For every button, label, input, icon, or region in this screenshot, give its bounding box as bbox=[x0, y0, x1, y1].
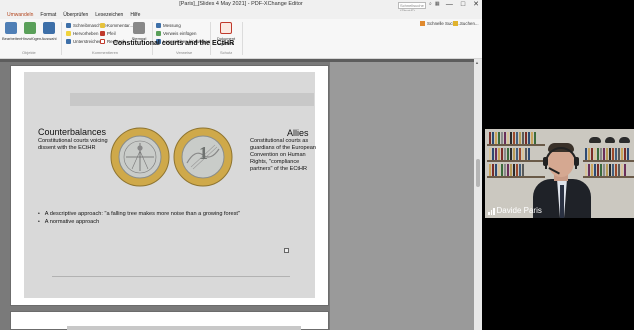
title-bar: [Paris]_[Slides 4 May 2021] - PDF-XChang… bbox=[0, 0, 482, 13]
ribbon-toggle-icon[interactable]: ▦ bbox=[435, 1, 440, 7]
shelf-board bbox=[487, 176, 545, 178]
participant-video-tile[interactable]: Davide Paris bbox=[485, 129, 634, 218]
list-item: • A descriptive approach: "a falling tre… bbox=[38, 211, 240, 217]
counterbalances-heading: Counterbalances bbox=[38, 127, 107, 137]
search-button[interactable]: Suchen... bbox=[453, 21, 479, 26]
slide-footer-line bbox=[52, 276, 290, 277]
select-button[interactable]: Auswahl bbox=[40, 22, 58, 41]
shelf-board bbox=[583, 160, 634, 162]
menu-bar: Umwandeln Format Überprüfen Lesezeichen … bbox=[0, 11, 482, 19]
titlebar-tools: ⌕ ▦ bbox=[429, 1, 440, 7]
menu-item-ueberpruefen[interactable]: Überprüfen bbox=[63, 11, 88, 19]
ribbon: Bearbeiten Hinzufügen Auswahl Objekte Sc… bbox=[0, 19, 482, 59]
menu-item-lesezeichen[interactable]: Lesezeichen bbox=[95, 11, 123, 19]
scrollbar-thumb[interactable] bbox=[476, 159, 480, 187]
document-viewport[interactable]: ▲ bbox=[0, 59, 482, 330]
arrow-icon bbox=[100, 31, 105, 36]
bookshelf-image bbox=[489, 132, 536, 144]
group-label-links: Verweise bbox=[176, 50, 193, 55]
group-label-comment: Kommentieren bbox=[92, 50, 119, 55]
dinosaur-figure bbox=[589, 137, 601, 143]
minimize-button[interactable]: — bbox=[446, 0, 453, 10]
add-button[interactable]: Hinzufügen bbox=[21, 22, 41, 41]
close-button[interactable]: ✕ bbox=[473, 0, 479, 10]
vertical-scrollbar[interactable]: ▲ bbox=[474, 59, 482, 330]
group-label-protect: Schutz bbox=[220, 50, 233, 55]
dinosaur-figure bbox=[605, 137, 615, 143]
scroll-up-icon[interactable]: ▲ bbox=[475, 60, 479, 65]
shelf-board bbox=[583, 176, 634, 178]
bookshelf-image bbox=[489, 164, 524, 176]
page-background-right bbox=[330, 62, 474, 330]
binoculars-icon bbox=[453, 21, 458, 26]
edit-button[interactable]: Bearbeiten bbox=[2, 22, 21, 41]
headset-earcup bbox=[574, 157, 579, 166]
bullet-icon: • bbox=[38, 219, 40, 225]
person-tie bbox=[560, 185, 564, 218]
participant-label: Davide Paris bbox=[488, 206, 542, 215]
stamp-button[interactable]: Stempel bbox=[130, 22, 148, 41]
signal-strength-icon bbox=[488, 208, 495, 215]
add-icon bbox=[24, 22, 36, 34]
slide-title-band bbox=[70, 93, 314, 106]
coin-value: 1 bbox=[199, 143, 208, 163]
slide-title: Constitutional courts and the ECtHR bbox=[112, 40, 235, 47]
quick-search-input[interactable]: Schnellsuche (Strg+F)... bbox=[398, 2, 426, 13]
mouse-cursor-icon bbox=[284, 248, 289, 253]
dinosaur-figure bbox=[619, 137, 630, 143]
insert-link-tool[interactable]: Verweis einfügen bbox=[156, 31, 196, 36]
arrow-tool[interactable]: Pfeil bbox=[100, 31, 116, 36]
shelf-board bbox=[487, 160, 545, 162]
participant-name: Davide Paris bbox=[496, 206, 542, 215]
group-divider bbox=[61, 22, 62, 55]
menu-item-umwandeln[interactable]: Umwandeln bbox=[7, 11, 33, 19]
bookshelf-image bbox=[585, 148, 629, 160]
find-icon bbox=[420, 21, 425, 26]
euro-coin-italy-image bbox=[110, 127, 170, 187]
bookshelf-image bbox=[489, 148, 530, 160]
shelf-board bbox=[487, 144, 545, 146]
group-divider bbox=[242, 22, 243, 55]
highlighter-icon bbox=[66, 31, 71, 36]
menu-item-format[interactable]: Format bbox=[40, 11, 56, 19]
comment-icon bbox=[100, 23, 105, 28]
headset-earcup bbox=[543, 157, 548, 166]
group-label-objects: Objekte bbox=[22, 50, 36, 55]
comment-tool[interactable]: Kommentar... bbox=[100, 23, 133, 28]
bookshelf-image bbox=[585, 164, 626, 176]
ruler-icon bbox=[156, 23, 161, 28]
menu-item-hilfe[interactable]: Hilfe bbox=[130, 11, 140, 19]
pdf-page-next bbox=[10, 311, 329, 330]
highlight-tool[interactable]: Hervorheben bbox=[66, 31, 98, 36]
allies-text: Constitutional courts as guardians of th… bbox=[250, 138, 316, 172]
list-item: • A normative approach bbox=[38, 219, 100, 225]
screen: [Paris]_[Slides 4 May 2021] - PDF-XChang… bbox=[0, 0, 634, 330]
counterbalances-text: Constitutional courts voicing dissent wi… bbox=[38, 138, 108, 151]
measure-tool[interactable]: Messung bbox=[156, 23, 181, 28]
allies-heading: Allies bbox=[287, 128, 309, 138]
maximize-button[interactable]: □ bbox=[461, 0, 465, 10]
link-icon bbox=[156, 31, 161, 36]
group-divider bbox=[210, 22, 211, 55]
bullet-icon: • bbox=[38, 211, 40, 217]
stamp-icon bbox=[133, 22, 145, 34]
bullet-list: • A descriptive approach: "a falling tre… bbox=[38, 210, 240, 226]
signature-icon bbox=[220, 22, 232, 34]
typewriter-icon bbox=[66, 23, 71, 28]
window-controls: — □ ✕ bbox=[446, 0, 479, 10]
slide-title-band-next bbox=[67, 326, 301, 330]
search-icon[interactable]: ⌕ bbox=[429, 1, 432, 7]
cursor-select-icon bbox=[43, 22, 55, 34]
pdf-editor-window: [Paris]_[Slides 4 May 2021] - PDF-XChang… bbox=[0, 0, 482, 330]
edit-icon bbox=[5, 22, 17, 34]
group-divider bbox=[152, 22, 153, 55]
